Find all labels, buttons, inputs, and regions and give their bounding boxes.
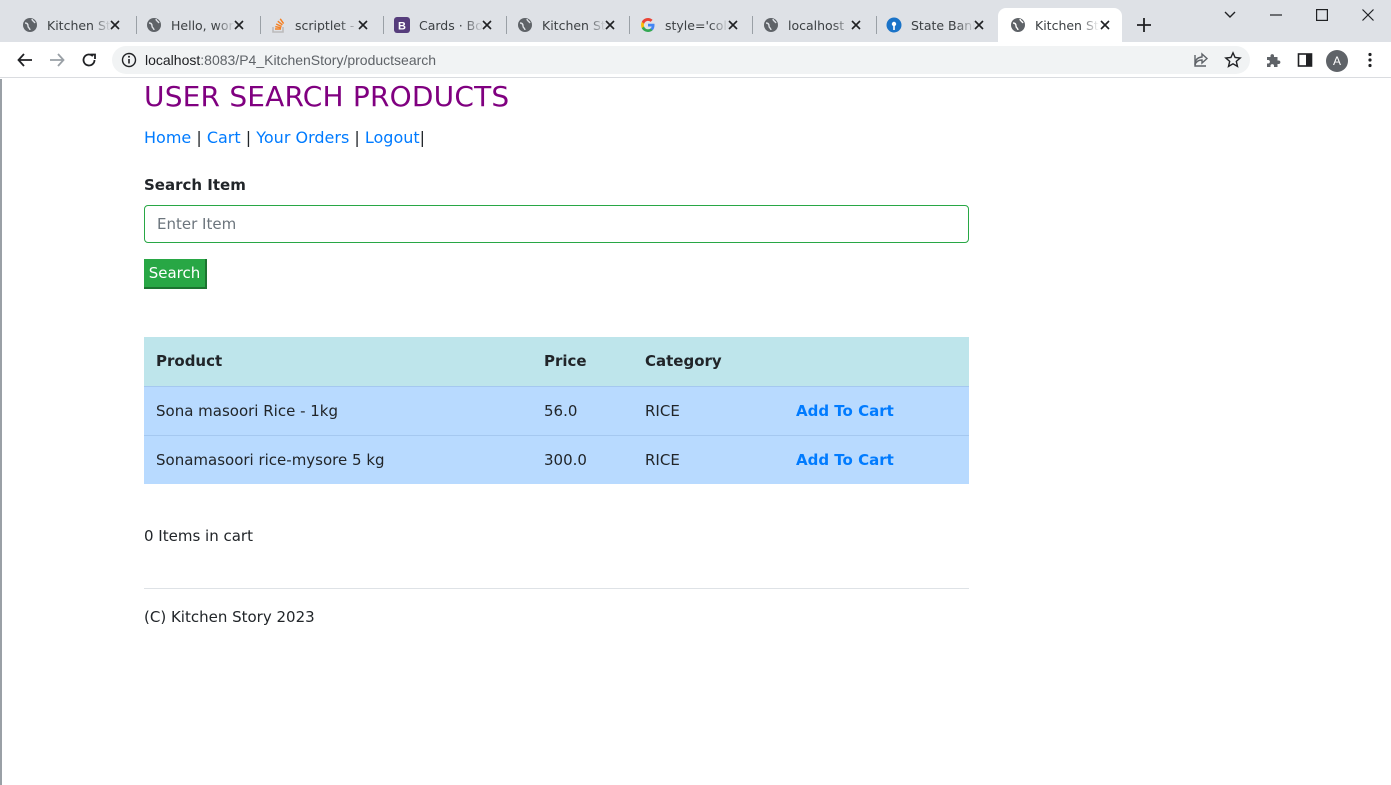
browser-tab[interactable]: localhost (741, 8, 873, 42)
tab-search-icon[interactable] (1207, 0, 1253, 30)
browser-tab[interactable]: Hello, world (124, 8, 256, 42)
footer-divider (144, 588, 969, 589)
nav-separator: | (196, 128, 202, 147)
search-label: Search Item (144, 176, 246, 194)
nav-home-link[interactable]: Home (144, 128, 191, 147)
maximize-icon[interactable] (1299, 0, 1345, 30)
extensions-puzzle-icon[interactable] (1263, 50, 1283, 70)
product-category: RICE (645, 401, 680, 420)
side-panel-icon[interactable] (1295, 50, 1315, 70)
nav-separator: | (245, 128, 252, 147)
share-icon[interactable] (1191, 50, 1211, 70)
browser-tab[interactable]: B Cards · Bootstrap (372, 8, 504, 42)
globe-icon (146, 17, 162, 33)
table-row: Sona masoori Rice - 1kg 56.0 RICE Add To… (144, 386, 969, 435)
close-window-icon[interactable] (1345, 0, 1391, 30)
browser-toolbar: localhost:8083/P4_KitchenStory/productse… (0, 42, 1391, 78)
globe-icon (763, 17, 779, 33)
search-input[interactable] (144, 205, 969, 243)
product-category: RICE (645, 450, 680, 469)
close-tab-icon[interactable] (848, 17, 864, 33)
product-price: 56.0 (544, 401, 578, 420)
close-tab-icon[interactable] (971, 17, 987, 33)
search-button[interactable]: Search (144, 259, 207, 289)
table-row: Sonamasoori rice-mysore 5 kg 300.0 RICE … (144, 435, 969, 484)
browser-tab[interactable]: Kitchen Story (0, 8, 132, 42)
sbi-icon (886, 17, 902, 33)
header-price: Price (544, 352, 587, 371)
action-cell: Add To Cart (784, 386, 969, 435)
close-tab-icon[interactable] (355, 17, 371, 33)
page-viewport: USER SEARCH PRODUCTS Home | Cart | Your … (0, 79, 1391, 785)
nav-orders-link[interactable]: Your Orders (256, 128, 349, 147)
action-cell: Add To Cart (784, 435, 969, 484)
close-tab-icon[interactable] (1097, 17, 1113, 33)
bootstrap-icon: B (394, 17, 410, 33)
globe-icon (1010, 17, 1026, 33)
close-tab-icon[interactable] (231, 17, 247, 33)
nav-separator: | (354, 128, 360, 147)
new-tab-icon[interactable] (1134, 15, 1154, 35)
header-product: Product (156, 352, 223, 371)
stackoverflow-icon (270, 17, 286, 33)
add-to-cart-link[interactable]: Add To Cart (796, 402, 894, 420)
menu-kebab-icon[interactable] (1360, 50, 1380, 70)
table-header-row: Product Price Category (144, 337, 969, 386)
close-tab-icon[interactable] (107, 17, 123, 33)
globe-icon (22, 17, 38, 33)
cart-status: 0 Items in cart (144, 527, 253, 545)
nav-cart-link[interactable]: Cart (207, 128, 241, 147)
nav-separator: | (419, 128, 426, 147)
address-bar[interactable]: localhost:8083/P4_KitchenStory/productse… (112, 46, 1250, 74)
footer-copyright: (C) Kitchen Story 2023 (144, 608, 315, 626)
minimize-icon[interactable] (1253, 0, 1299, 30)
bookmark-star-icon[interactable] (1223, 50, 1243, 70)
results-table: Product Price Category Sona masoori Rice… (144, 337, 969, 484)
svg-text:B: B (398, 21, 406, 33)
site-info-icon[interactable] (121, 52, 137, 68)
close-tab-icon[interactable] (725, 17, 741, 33)
nav-logout-link[interactable]: Logout (365, 128, 420, 147)
browser-tabstrip: Kitchen Story Hello, world scriptlet - H… (0, 0, 1391, 42)
browser-tab[interactable]: style='color (618, 8, 750, 42)
back-arrow-icon[interactable] (15, 50, 35, 70)
add-to-cart-link[interactable]: Add To Cart (796, 451, 894, 469)
close-tab-icon[interactable] (479, 17, 495, 33)
product-name: Sonamasoori rice-mysore 5 kg (156, 450, 385, 469)
forward-arrow-icon[interactable] (47, 50, 67, 70)
browser-tab-active[interactable]: Kitchen Story (998, 8, 1122, 42)
reload-icon[interactable] (79, 50, 99, 70)
header-action (784, 337, 969, 386)
browser-tab[interactable]: scriptlet - How (248, 8, 380, 42)
header-category: Category (645, 352, 722, 371)
google-icon (640, 17, 656, 33)
url-text[interactable]: localhost:8083/P4_KitchenStory/productse… (145, 52, 436, 68)
page-title: USER SEARCH PRODUCTS (144, 80, 510, 113)
product-price: 300.0 (544, 450, 587, 469)
product-name: Sona masoori Rice - 1kg (156, 401, 339, 420)
globe-icon (517, 17, 533, 33)
browser-tab[interactable]: State Bank (864, 8, 996, 42)
browser-tab[interactable]: Kitchen Story (495, 8, 627, 42)
nav-links: Home | Cart | Your Orders | Logout| (144, 128, 425, 147)
close-tab-icon[interactable] (602, 17, 618, 33)
profile-avatar[interactable]: A (1326, 50, 1348, 72)
